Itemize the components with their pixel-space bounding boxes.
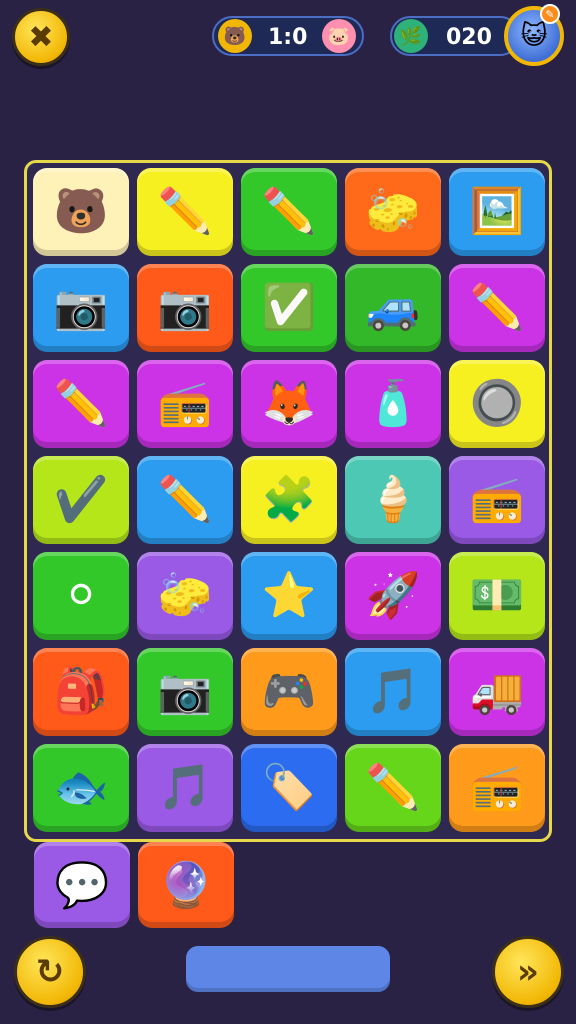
undo-button[interactable]: ↻	[14, 936, 86, 1008]
pig-face-icon: 🐷	[322, 19, 356, 53]
bear-icon: 🐻	[53, 186, 109, 237]
board-tile[interactable]: 🧽	[345, 168, 441, 256]
board-tile[interactable]: 🚀	[345, 552, 441, 640]
music-card-icon: 🎵	[157, 762, 213, 813]
camera-icon: 📷	[157, 282, 213, 333]
board-tile[interactable]: 🎵	[345, 648, 441, 736]
ball-icon: ⚪	[62, 570, 100, 621]
board-tile[interactable]: ✏️	[137, 168, 233, 256]
fox-icon: 🦊	[261, 378, 317, 429]
pencil-icon: ✏️	[261, 186, 317, 237]
tag-icon: 🏷️	[261, 762, 317, 813]
cash-icon: 💵	[469, 570, 525, 621]
next-icon: »	[517, 952, 539, 992]
toggle-icon: 🔘	[469, 378, 525, 429]
eraser-icon: 🧽	[365, 186, 421, 237]
close-button[interactable]: ✖	[12, 8, 70, 66]
radio-icon: 📻	[157, 378, 213, 429]
undo-icon: ↻	[35, 952, 65, 992]
fish-icon: 🐟	[53, 762, 109, 813]
board-tile[interactable]: 🎒	[33, 648, 129, 736]
close-icon: ✖	[28, 19, 54, 55]
check-icon: ✔️	[53, 474, 109, 525]
speech-bubble-icon: 💬	[54, 860, 110, 911]
radio-icon: 📻	[469, 474, 525, 525]
bear-face-icon: 🐻	[218, 19, 252, 53]
tray-tile[interactable]: 💬	[34, 842, 130, 928]
board-tile[interactable]: 📻	[449, 456, 545, 544]
board-tile[interactable]: 🏷️	[241, 744, 337, 832]
board-tile[interactable]: ✏️	[137, 456, 233, 544]
pencil-icon: ✏️	[469, 282, 525, 333]
board-tile[interactable]: ✏️	[449, 264, 545, 352]
coin-count: 020	[446, 25, 492, 50]
board-tile[interactable]: 🚙	[345, 264, 441, 352]
board-tile[interactable]: 🧩	[241, 456, 337, 544]
board-tile[interactable]: 📷	[137, 264, 233, 352]
board-tile[interactable]: ✔️	[33, 456, 129, 544]
board-tile[interactable]: ⭐	[241, 552, 337, 640]
bag-icon: 🎒	[53, 666, 109, 717]
picture-icon: 🖼️	[469, 186, 525, 237]
truck-icon: 🚚	[469, 666, 525, 717]
board-tile[interactable]: 📻	[137, 360, 233, 448]
board-tile[interactable]: 🎵	[137, 744, 233, 832]
tray-tile[interactable]: 🔮	[138, 842, 234, 928]
board-tile[interactable]: 💵	[449, 552, 545, 640]
board-tile[interactable]: 📷	[33, 264, 129, 352]
check-card-icon: ✅	[261, 282, 317, 333]
puzzle-icon: 🧩	[261, 474, 317, 525]
board-tile[interactable]: 📷	[137, 648, 233, 736]
board-tile[interactable]: 🎮	[241, 648, 337, 736]
edit-badge-icon: ✎	[540, 4, 560, 24]
pencil-icon: ✏️	[157, 474, 213, 525]
car-icon: 🚙	[365, 282, 421, 333]
board-tile[interactable]: ✅	[241, 264, 337, 352]
board-tile[interactable]: 🐻	[33, 168, 129, 256]
pencil-icon: ✏️	[53, 378, 109, 429]
board-tile[interactable]: ⚪	[33, 552, 129, 640]
console-icon: 🎮	[261, 666, 317, 717]
board-tile[interactable]: ✏️	[33, 360, 129, 448]
board-tile[interactable]: 🖼️	[449, 168, 545, 256]
radio-icon: 📻	[469, 762, 525, 813]
board-tile[interactable]: ✏️	[345, 744, 441, 832]
coin-display: 🌿 020	[390, 16, 520, 56]
camera-icon: 📷	[53, 282, 109, 333]
camera-icon: 📷	[157, 666, 213, 717]
board-tile[interactable]: 📻	[449, 744, 545, 832]
tile-board: 🐻 ✏️ ✏️ 🧽 🖼️ 📷 📷 ✅ 🚙 ✏️ ✏️ 📻 🦊 🧴 🔘 ✔️ ✏️ 🧩 🍦 📻 ⚪ 🧽 ⭐ 🚀 💵 🎒 📷 🎮 🎵 🚚 🐟 🎵 🏷…	[24, 160, 552, 842]
leaf-icon: 🌿	[394, 19, 428, 53]
board-tile[interactable]: 🦊	[241, 360, 337, 448]
music-icon: 🎵	[365, 666, 421, 717]
cat-avatar-icon: 😺	[520, 21, 548, 51]
ice-cream-icon: 🍦	[365, 474, 421, 525]
board-tile[interactable]: ✏️	[241, 168, 337, 256]
eraser-icon: 🧽	[157, 570, 213, 621]
board-tile[interactable]: 🚚	[449, 648, 545, 736]
next-button[interactable]: »	[492, 936, 564, 1008]
pencil-icon: ✏️	[365, 762, 421, 813]
rocket-icon: 🚀	[365, 570, 421, 621]
star-icon: ⭐	[261, 570, 317, 621]
board-tile[interactable]: 🍦	[345, 456, 441, 544]
eraser-icon: ✏️	[157, 186, 213, 237]
board-tile[interactable]: 🐟	[33, 744, 129, 832]
charm-icon: 🔮	[158, 860, 214, 911]
score-text: 1:0	[268, 25, 308, 50]
glue-icon: 🧴	[365, 378, 421, 429]
board-tile[interactable]: 🧴	[345, 360, 441, 448]
board-tile[interactable]: 🧽	[137, 552, 233, 640]
board-tile[interactable]: 🔘	[449, 360, 545, 448]
score-display: 🐻 1:0 🐷	[212, 16, 364, 56]
action-button[interactable]	[186, 946, 390, 992]
